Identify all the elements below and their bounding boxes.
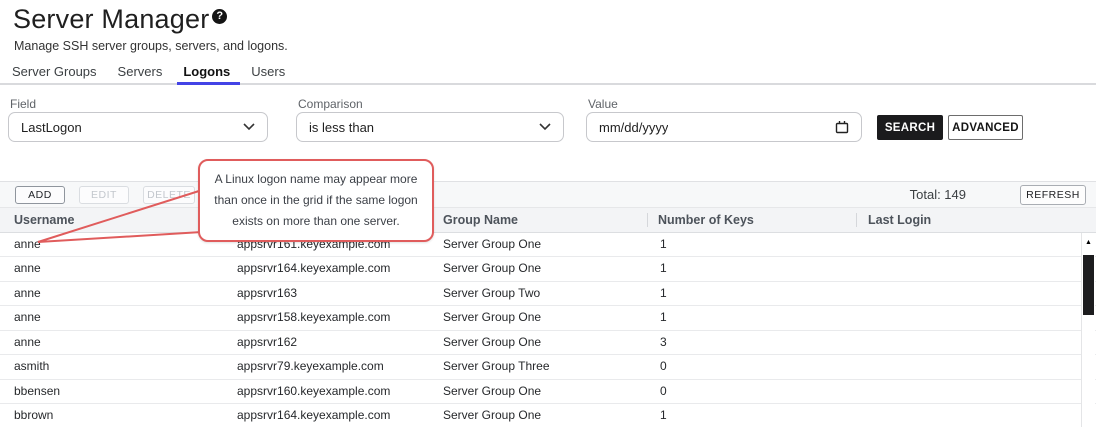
value-date-input[interactable]: mm/dd/yyyy — [586, 112, 862, 142]
scroll-up-arrow-icon[interactable]: ▲ — [1082, 238, 1095, 248]
column-separator — [856, 213, 857, 227]
table-body: anneappsrvr161.keyexample.comServer Grou… — [0, 233, 1096, 427]
tab-logons[interactable]: Logons — [183, 61, 230, 83]
cell-3: 1 — [660, 233, 667, 257]
column-separator — [647, 213, 648, 227]
calendar-icon[interactable] — [835, 120, 849, 134]
cell-0: bbrown — [14, 404, 53, 427]
cell-0: anne — [14, 282, 41, 306]
table-row[interactable]: anne appsrvr158.keyexample.com Server Grou… — [0, 306, 1096, 330]
cell-0: anne — [14, 306, 41, 330]
add-button[interactable]: ADD — [15, 186, 65, 204]
cell-1: appsrvr158.keyexample.com — [237, 306, 390, 330]
cell-2: Server Group One — [443, 233, 541, 257]
cell-1: appsrvr163 — [237, 282, 297, 306]
cell-2: Server Group One — [443, 404, 541, 427]
advanced-button[interactable]: ADVANCED — [948, 115, 1023, 140]
comparison-label: Comparison — [298, 97, 363, 111]
help-icon[interactable]: ? — [212, 9, 227, 24]
table-row[interactable]: asmith appsrvr79.keyexample.com Server Gro… — [0, 355, 1096, 379]
scroll-thumb[interactable] — [1083, 255, 1094, 315]
cell-2: Server Group Three — [443, 355, 550, 379]
table-row[interactable]: anne appsrvr162 Server Group One 3 — [0, 331, 1096, 355]
column-header-2[interactable]: Group Name — [443, 208, 518, 232]
cell-3: 1 — [660, 282, 667, 306]
cell-3: 1 — [660, 306, 667, 330]
table-scrollbar[interactable]: ▲ — [1081, 233, 1095, 427]
cell-1: appsrvr164.keyexample.com — [237, 257, 390, 281]
tab-servers[interactable]: Servers — [118, 61, 163, 83]
table-row[interactable]: bbrown appsrvr164.keyexample.com Server Gr… — [0, 404, 1096, 427]
edit-button[interactable]: EDIT — [79, 186, 129, 204]
cell-3: 0 — [660, 380, 667, 404]
field-select[interactable]: LastLogon — [8, 112, 268, 142]
cell-2: Server Group One — [443, 380, 541, 404]
table-header: Username Group Name Number of Keys Last Log… — [0, 208, 1096, 233]
page-subtitle: Manage SSH server groups, servers, and l… — [14, 39, 288, 53]
field-label: Field — [10, 97, 36, 111]
column-header-3[interactable]: Number of Keys — [658, 208, 754, 232]
comparison-select[interactable]: is less than — [296, 112, 564, 142]
page-title-text: Server Manager — [13, 4, 209, 34]
cell-0: anne — [14, 331, 41, 355]
callout-note: A Linux logon name may appear more than … — [198, 159, 434, 242]
chevron-down-icon — [539, 123, 551, 131]
delete-button[interactable]: DELETE — [143, 186, 195, 204]
column-header-4[interactable]: Last Login — [868, 208, 931, 232]
value-label: Value — [588, 97, 618, 111]
cell-0: anne — [14, 257, 41, 281]
value-date-placeholder: mm/dd/yyyy — [599, 120, 668, 135]
cell-3: 0 — [660, 355, 667, 379]
cell-1: appsrvr160.keyexample.com — [237, 380, 390, 404]
tab-bar: Server Groups Servers Logons Users — [0, 61, 1096, 85]
field-select-value: LastLogon — [21, 120, 82, 135]
search-button[interactable]: SEARCH — [877, 115, 943, 140]
comparison-select-value: is less than — [309, 120, 374, 135]
cell-3: 1 — [660, 404, 667, 427]
table-row[interactable]: anneappsrvr161.keyexample.comServer Grou… — [0, 233, 1096, 257]
table-row[interactable]: anne appsrvr163 Server Group Two 1 — [0, 282, 1096, 306]
callout-text: A Linux logon name may appear more than … — [214, 172, 417, 228]
cell-0: bbensen — [14, 380, 60, 404]
cell-3: 1 — [660, 257, 667, 281]
tab-server-groups[interactable]: Server Groups — [12, 61, 97, 83]
table-row[interactable]: bbensen appsrvr160.keyexample.com Server G… — [0, 380, 1096, 404]
cell-1: appsrvr79.keyexample.com — [237, 355, 384, 379]
page-title: Server Manager? — [13, 4, 227, 35]
cell-1: appsrvr164.keyexample.com — [237, 404, 390, 427]
table-row[interactable]: anne appsrvr164.keyexample.com Server Grou… — [0, 257, 1096, 281]
grid-toolbar: ADD EDIT DELETE Total: 149 REFRESH — [0, 181, 1096, 208]
cell-0: anne — [14, 233, 41, 257]
server-manager-page: Server Manager? Manage SSH server groups… — [0, 0, 1096, 427]
cell-3: 3 — [660, 331, 667, 355]
cell-1: appsrvr162 — [237, 331, 297, 355]
refresh-button[interactable]: REFRESH — [1020, 185, 1086, 205]
cell-2: Server Group One — [443, 257, 541, 281]
cell-2: Server Group One — [443, 331, 541, 355]
tab-users[interactable]: Users — [251, 61, 285, 83]
cell-2: Server Group Two — [443, 282, 540, 306]
cell-2: Server Group One — [443, 306, 541, 330]
column-header-0[interactable]: Username — [14, 208, 74, 232]
cell-0: asmith — [14, 355, 49, 379]
chevron-down-icon — [243, 123, 255, 131]
total-count: Total: 149 — [910, 187, 966, 202]
